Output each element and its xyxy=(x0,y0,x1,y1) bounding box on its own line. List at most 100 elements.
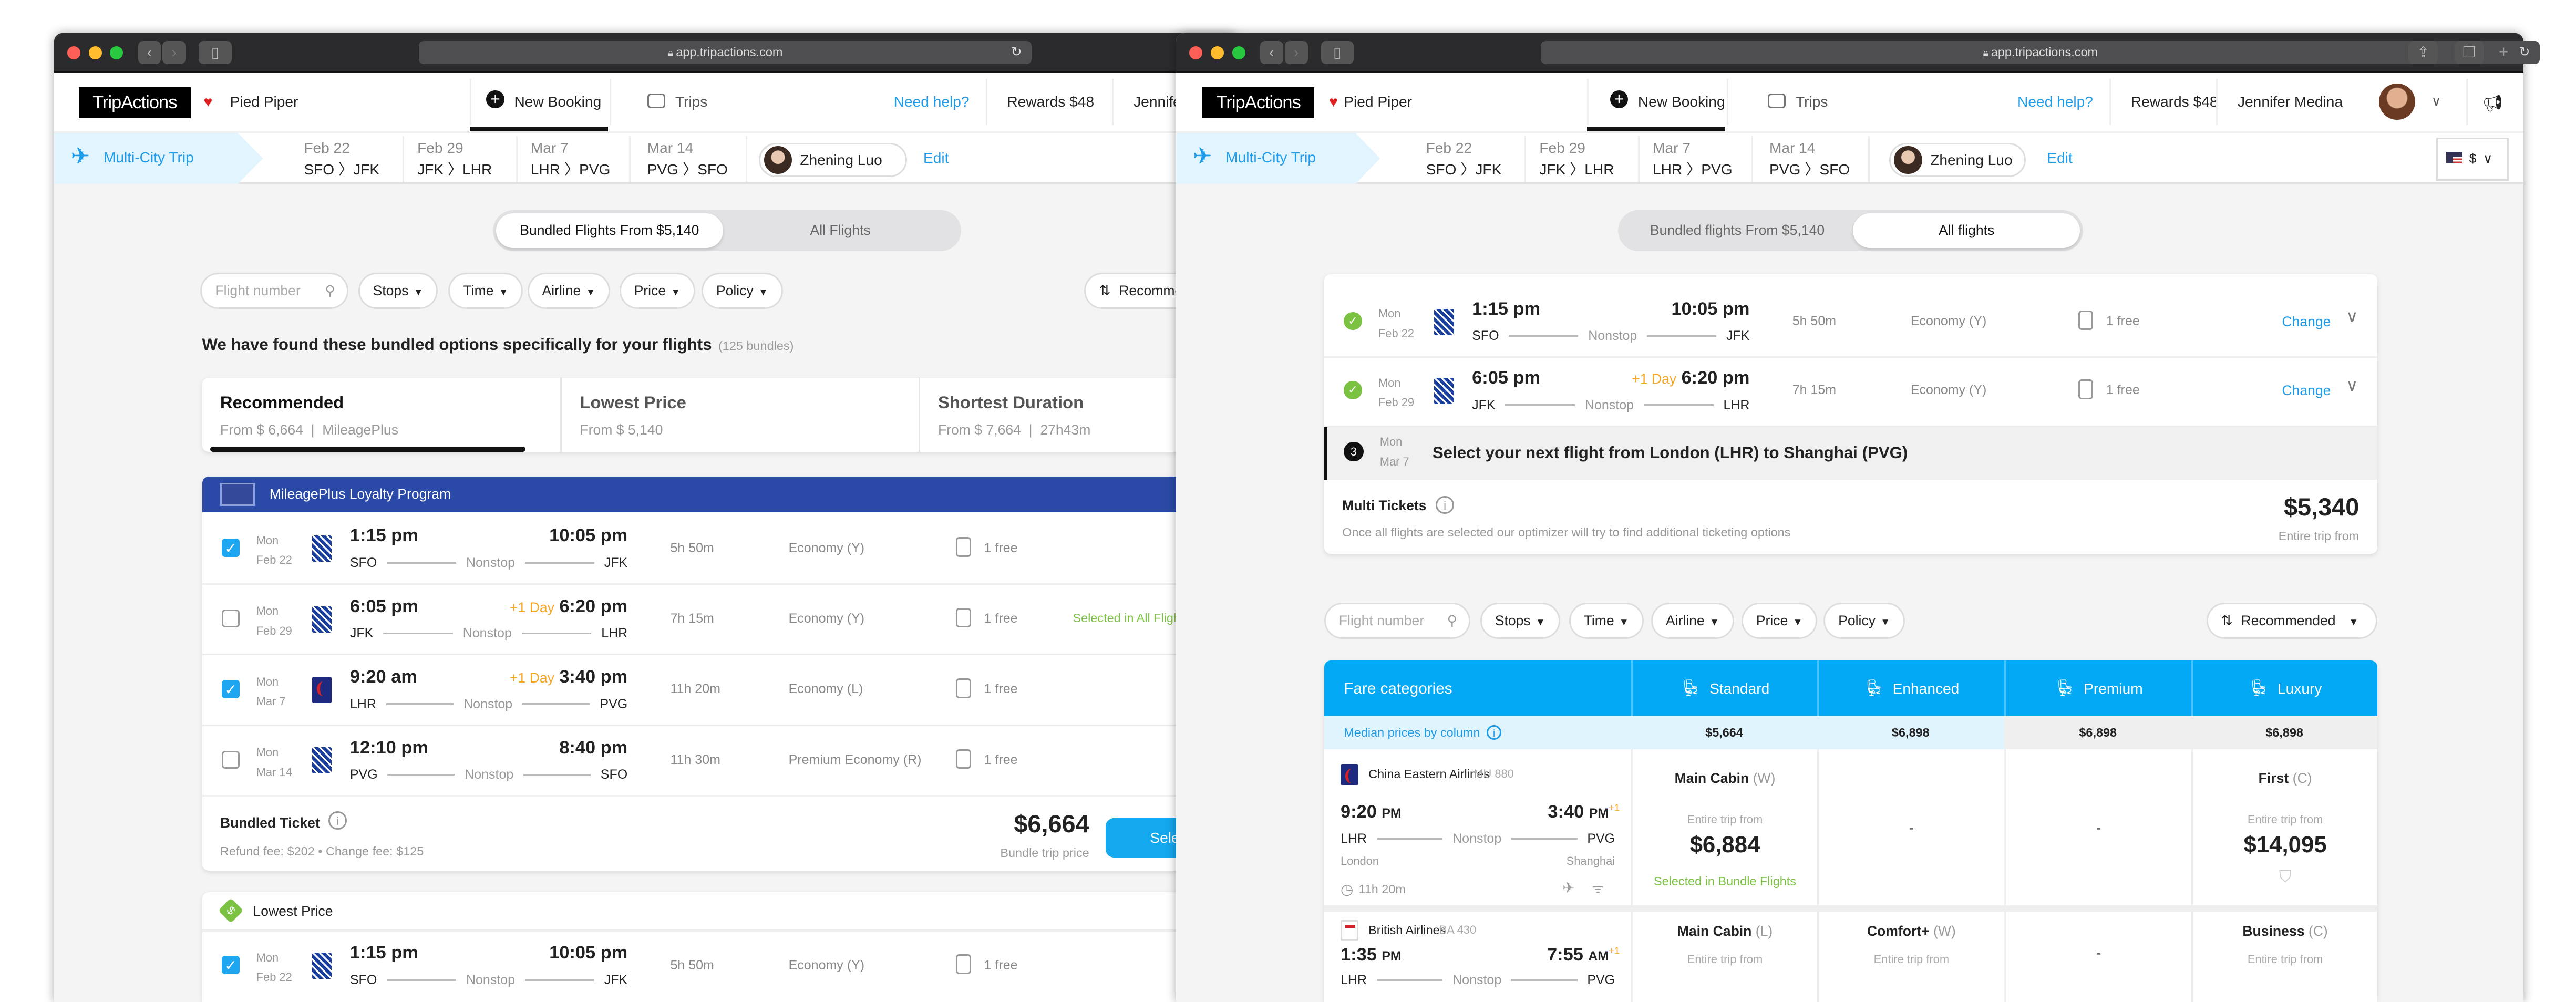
column-header-standard[interactable]: 💺︎ Standard xyxy=(1631,660,1817,717)
trip-leg[interactable]: Feb 29 JFK 〉LHR xyxy=(1539,138,1614,180)
tripactions-logo[interactable]: TripActions xyxy=(79,87,191,119)
close-window-button[interactable] xyxy=(1189,46,1203,59)
share-button[interactable]: ⇪ xyxy=(2408,41,2438,64)
cabin-class: Premium Economy (R) xyxy=(788,752,922,767)
minimize-window-button[interactable] xyxy=(1211,46,1224,59)
filter-stops[interactable]: Stops ▼ xyxy=(1480,603,1560,639)
back-button[interactable]: ‹ xyxy=(138,41,161,64)
expand-chevron-icon[interactable]: ∨ xyxy=(2346,376,2358,395)
tabs-button[interactable]: ❐ xyxy=(2454,41,2484,64)
reload-icon[interactable]: ↻ xyxy=(2519,41,2530,64)
flight-number-input[interactable]: Flight number ⚲ xyxy=(200,272,348,309)
flight-checkbox[interactable]: ✓ xyxy=(222,956,240,974)
nav-trips[interactable]: Trips xyxy=(675,94,707,110)
trip-leg[interactable]: Mar 14 PVG 〉SFO xyxy=(647,138,728,180)
flight-checkbox[interactable]: ✓ xyxy=(222,539,240,557)
trip-leg[interactable]: Feb 29 JFK 〉LHR xyxy=(417,138,492,180)
user-name[interactable]: Jennifer Medina xyxy=(2238,94,2343,110)
flight-row[interactable]: ✓ Mon Feb 29 6:05 pm +1 Day 6:20 pm JFK Nonstop… xyxy=(1324,356,2377,427)
flight-row[interactable]: Mon Mar 14 12:10 pm 8:40 pm PVG Nonstop SFO 11h… xyxy=(202,726,1254,797)
trip-leg[interactable]: Mar 14 PVG 〉SFO xyxy=(1769,138,1850,180)
nav-new-booking[interactable]: + New Booking xyxy=(470,73,610,132)
duration: 7h 15m xyxy=(670,611,714,626)
reload-icon[interactable]: ↻ xyxy=(1011,41,1022,64)
flight-checkbox[interactable] xyxy=(222,750,240,769)
nav-new-booking[interactable]: + New Booking xyxy=(1586,73,1727,132)
trip-type-badge[interactable]: ✈ Multi-City Trip xyxy=(1176,133,1380,184)
sidebar-toggle-icon[interactable]: ▯ xyxy=(1321,41,1354,64)
flight-row[interactable]: ✓ Mon Mar 7 9:20 am +1 Day 3:40 pm LHR Nonstop P… xyxy=(202,655,1254,726)
trip-leg[interactable]: Feb 22 SFO 〉JFK xyxy=(1426,138,1502,180)
forward-button[interactable]: › xyxy=(162,41,186,64)
new-tab-button[interactable]: + xyxy=(2499,43,2508,61)
close-window-button[interactable] xyxy=(67,46,81,59)
filter-price[interactable]: Price ▼ xyxy=(1741,603,1818,639)
trip-type-badge[interactable]: ✈ Multi-City Trip xyxy=(54,133,263,184)
megaphone-icon[interactable]: 📢︎ xyxy=(2482,94,2503,113)
flight-row[interactable]: ✓ Mon Feb 22 1:15 pm 10:05 pm SFO Nonstop JFK 5h… xyxy=(202,514,1254,585)
traveler-pill[interactable]: Zhening Luo xyxy=(1889,142,2026,178)
fare-cell[interactable]: First (C) Entire trip from $14,095 ⛉ xyxy=(2191,749,2377,905)
filter-price[interactable]: Price ▼ xyxy=(619,272,696,309)
toggle-bundled-flights[interactable]: Bundled flights From $5,140 xyxy=(1622,213,1853,248)
caret-down-icon: ▼ xyxy=(585,286,596,297)
filter-policy[interactable]: Policy ▼ xyxy=(701,272,783,309)
traveler-pill[interactable]: Zhening Luo xyxy=(759,142,907,178)
airline-logo-united xyxy=(1434,308,1454,335)
toggle-all-flights[interactable]: All Flights xyxy=(723,213,958,248)
info-icon[interactable]: i xyxy=(1487,725,1502,740)
toggle-bundled-flights[interactable]: Bundled Flights From $5,140 xyxy=(496,213,723,249)
address-bar[interactable]: 🔒︎ app.tripactions.com ↻ xyxy=(1541,41,2540,64)
flight-number-input[interactable]: Flight number ⚲ xyxy=(1324,603,1470,639)
forward-button[interactable]: › xyxy=(1284,41,1308,64)
expand-chevron-icon[interactable]: ∨ xyxy=(2346,307,2358,326)
address-bar[interactable]: 🔒︎ app.tripactions.com ↻ xyxy=(419,41,1032,64)
departure-time: 6:05 pm xyxy=(349,596,418,616)
flight-row[interactable]: Mon Feb 29 6:05 pm +1 Day 6:20 pm JFK Nonstop L… xyxy=(202,585,1254,656)
column-header-enhanced[interactable]: 💺︎ Enhanced xyxy=(1817,660,2004,717)
rewards[interactable]: Rewards $48 xyxy=(2131,94,2218,110)
help-link[interactable]: Need help? xyxy=(894,94,970,110)
flight-checkbox[interactable] xyxy=(222,609,240,628)
change-flight-link[interactable]: Change xyxy=(2282,314,2331,330)
toggle-all-flights[interactable]: All flights xyxy=(1853,213,2080,249)
filter-time[interactable]: Time ▼ xyxy=(448,272,523,309)
edit-trip-link[interactable]: Edit xyxy=(923,148,949,169)
fare-cell[interactable]: Comfort+ (W) Entire trip from xyxy=(1817,912,2004,1002)
fare-cell[interactable]: Business (C) Entire trip from xyxy=(2191,912,2377,1002)
minimize-window-button[interactable] xyxy=(88,46,102,59)
edit-trip-link[interactable]: Edit xyxy=(2047,148,2072,169)
filter-airline[interactable]: Airline ▼ xyxy=(527,272,611,309)
help-link[interactable]: Need help? xyxy=(2017,94,2093,110)
tripactions-logo[interactable]: TripActions xyxy=(1202,87,1314,119)
column-header-premium[interactable]: 💺︎ Premium xyxy=(2004,660,2191,717)
filter-time[interactable]: Time ▼ xyxy=(1569,603,1644,639)
info-icon[interactable]: i xyxy=(1436,496,1454,514)
filter-stops[interactable]: Stops ▼ xyxy=(358,272,438,309)
flight-row[interactable]: ✓ Mon Feb 22 1:15 pm 10:05 pm SFO Nonstop JFK 5h… xyxy=(202,932,1254,1002)
info-icon[interactable]: i xyxy=(328,811,347,830)
filter-airline[interactable]: Airline ▼ xyxy=(1651,603,1734,639)
trip-leg[interactable]: Mar 7 LHR 〉PVG xyxy=(531,138,611,180)
user-menu-chevron-icon[interactable]: ∨ xyxy=(2431,94,2441,109)
flight-checkbox[interactable]: ✓ xyxy=(222,680,240,698)
tab-recommended[interactable]: Recommended From $ 6,664 | MileagePlus xyxy=(202,378,561,452)
rewards[interactable]: Rewards $48 xyxy=(1007,94,1094,110)
user-avatar[interactable] xyxy=(2378,84,2415,120)
nav-trips[interactable]: Trips xyxy=(1796,94,1828,110)
filter-policy[interactable]: Policy ▼ xyxy=(1823,603,1905,639)
trip-leg[interactable]: Feb 22 SFO 〉JFK xyxy=(304,138,379,180)
currency-select[interactable]: $ ∨ xyxy=(2436,138,2509,181)
fare-cell[interactable]: Main Cabin (L) Entire trip from xyxy=(1631,912,1817,1002)
fare-cell[interactable]: Main Cabin (W) Entire trip from $6,884 Sele… xyxy=(1631,749,1817,905)
zoom-window-button[interactable] xyxy=(110,46,123,59)
change-flight-link[interactable]: Change xyxy=(2282,383,2331,399)
sidebar-toggle-icon[interactable]: ▯ xyxy=(199,41,232,64)
back-button[interactable]: ‹ xyxy=(1260,41,1283,64)
sort-dropdown[interactable]: ⇅ Recommended ▼ xyxy=(2206,603,2377,639)
tab-lowest-price[interactable]: Lowest Price From $ 5,140 xyxy=(560,378,919,452)
trip-leg[interactable]: Mar 7 LHR 〉PVG xyxy=(1653,138,1733,180)
zoom-window-button[interactable] xyxy=(1232,46,1245,59)
flight-row[interactable]: ✓ Mon Feb 22 1:15 pm 10:05 pm SFO Nonstop JFK 5h… xyxy=(1324,287,2377,358)
column-header-luxury[interactable]: 💺︎ Luxury xyxy=(2191,660,2377,717)
